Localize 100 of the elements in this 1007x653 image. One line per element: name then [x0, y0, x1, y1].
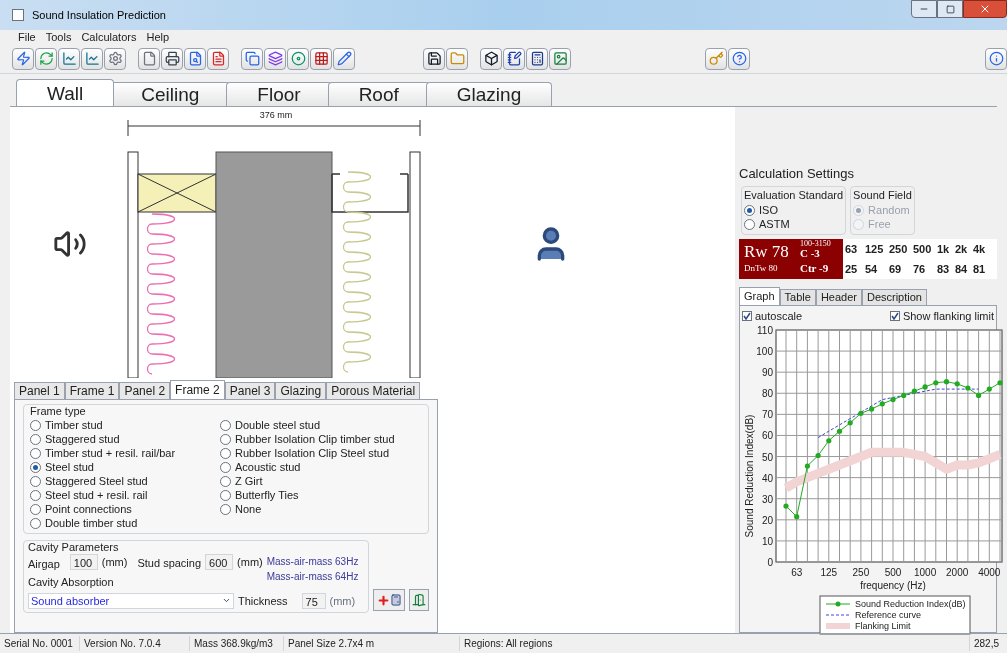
menu-item[interactable]: Calculators — [81, 31, 137, 43]
radio-button[interactable] — [220, 475, 231, 487]
result-tab[interactable]: Graph — [739, 286, 780, 305]
thickness-field[interactable]: 75 — [301, 592, 326, 609]
radio-label: Rubber Isolation Clip Steel stud — [235, 445, 390, 461]
app-icon — [12, 9, 24, 21]
y-tick-label: 70 — [761, 409, 773, 421]
stud-spacing-field[interactable]: 600 — [205, 554, 234, 570]
menu-item[interactable]: Tools — [45, 31, 72, 43]
toolbar-button[interactable] — [423, 47, 445, 70]
radio-button[interactable] — [30, 419, 41, 431]
result-tab[interactable]: Table — [779, 288, 816, 305]
thickness-label: Thickness — [238, 593, 288, 609]
group-title: Cavity Parameters — [28, 541, 120, 554]
status-text: Version No. 7.0.4 — [80, 636, 190, 651]
radio-label: Z Girt — [235, 473, 263, 489]
unit-label: (mm) — [329, 593, 356, 609]
grid-chart-icon — [313, 51, 329, 66]
legend-label: Reference curve — [855, 610, 922, 620]
y-tick-label: 60 — [761, 430, 773, 442]
menu-item[interactable]: Help — [146, 31, 170, 43]
plus-icon — [376, 593, 390, 607]
radio-button[interactable] — [30, 461, 41, 473]
radio-button[interactable] — [220, 489, 231, 501]
band-value: 84 — [955, 261, 969, 277]
y-tick-label: 50 — [761, 451, 773, 463]
radio-label: Timber stud + resil. rail/bar — [45, 445, 176, 461]
calculator-icon — [389, 594, 402, 606]
calculator-icon — [529, 51, 545, 66]
radio-button[interactable] — [30, 433, 41, 445]
radio-label: Point connections — [45, 501, 132, 517]
panel-tab[interactable]: Frame 1 — [64, 382, 120, 399]
radio-button[interactable] — [220, 419, 231, 431]
radio-label: Timber stud — [45, 417, 103, 433]
category-tab[interactable]: Glazing — [425, 82, 553, 106]
chart-icon — [84, 51, 100, 66]
panel-tab[interactable]: Panel 3 — [224, 382, 276, 399]
maximize-icon — [945, 4, 955, 14]
lightning-icon — [15, 51, 31, 66]
close-button[interactable] — [963, 0, 1007, 18]
radio-button[interactable] — [220, 461, 231, 473]
panel-tab[interactable]: Frame 2 — [170, 380, 225, 399]
pencil-icon — [336, 51, 352, 66]
panel-tab[interactable]: Panel 1 — [14, 382, 65, 399]
section-title: Calculation Settings — [739, 167, 855, 180]
landscape-icon — [552, 51, 568, 66]
radio-button[interactable] — [30, 447, 41, 459]
x-tick-label: 1000 — [913, 567, 937, 578]
panel-tab[interactable]: Porous Material — [326, 382, 421, 399]
checkbox[interactable] — [889, 310, 900, 321]
toolbar-button[interactable] — [480, 47, 502, 70]
radio-button[interactable] — [30, 475, 41, 487]
group-title: Sound Field — [853, 188, 912, 203]
key-icon — [708, 51, 724, 66]
status-text: Regions: All regions — [460, 636, 970, 651]
toolbar-button[interactable] — [526, 47, 548, 70]
menu-item[interactable]: File — [18, 31, 36, 43]
radio-label: Random — [868, 203, 910, 219]
add-calculator-button[interactable] — [373, 589, 406, 611]
band-value: 54 — [865, 261, 879, 277]
category-tab[interactable]: Wall — [16, 79, 115, 106]
legend-swatch — [825, 601, 851, 607]
door-button[interactable] — [409, 589, 429, 611]
radio-button[interactable] — [744, 219, 755, 230]
toolbar-button[interactable] — [161, 47, 183, 70]
radio-label: Free — [868, 217, 891, 233]
radio-label: Double steel stud — [235, 417, 320, 433]
radio-button[interactable] — [220, 433, 231, 445]
checkbox[interactable] — [742, 310, 752, 321]
airgap-field[interactable]: 100 — [69, 554, 98, 570]
panel-tab[interactable]: Panel 2 — [119, 382, 171, 399]
unit-label: (mm) — [101, 555, 128, 570]
legend-swatch — [826, 623, 850, 629]
radio-label: Butterfly Ties — [235, 487, 299, 503]
minimize-button[interactable] — [911, 0, 937, 18]
absorption-dropdown[interactable]: Sound absorber — [28, 592, 234, 609]
panel-tab[interactable]: Glazing — [275, 382, 327, 399]
radio-button[interactable] — [220, 503, 231, 515]
dntw-value: DnTw 80 — [744, 261, 779, 275]
airgap-label: Airgap — [28, 557, 60, 572]
x-axis-label: frequency (Hz) — [860, 580, 926, 591]
radio-button[interactable] — [30, 503, 41, 515]
layers-icon — [267, 51, 283, 66]
band-value: 25 — [845, 261, 859, 277]
maximize-button[interactable] — [937, 0, 963, 18]
range-label: 100-3150 — [800, 239, 832, 248]
band-value: 81 — [973, 261, 987, 277]
info-icon — [988, 51, 1004, 66]
radio-label: Acoustic stud — [235, 459, 301, 475]
toolbar-button[interactable] — [503, 47, 525, 70]
radio-button[interactable] — [30, 489, 41, 501]
result-tab[interactable]: Header — [815, 288, 862, 305]
radio-button[interactable] — [744, 205, 755, 216]
status-text: Serial No. 0001 — [0, 636, 80, 651]
band-header: 63 — [845, 241, 859, 257]
toolbar-button[interactable] — [310, 47, 332, 70]
radio-button[interactable] — [30, 517, 41, 529]
result-tab[interactable]: Description — [861, 288, 927, 305]
radio-button[interactable] — [220, 447, 231, 459]
band-header: 500 — [913, 241, 933, 257]
